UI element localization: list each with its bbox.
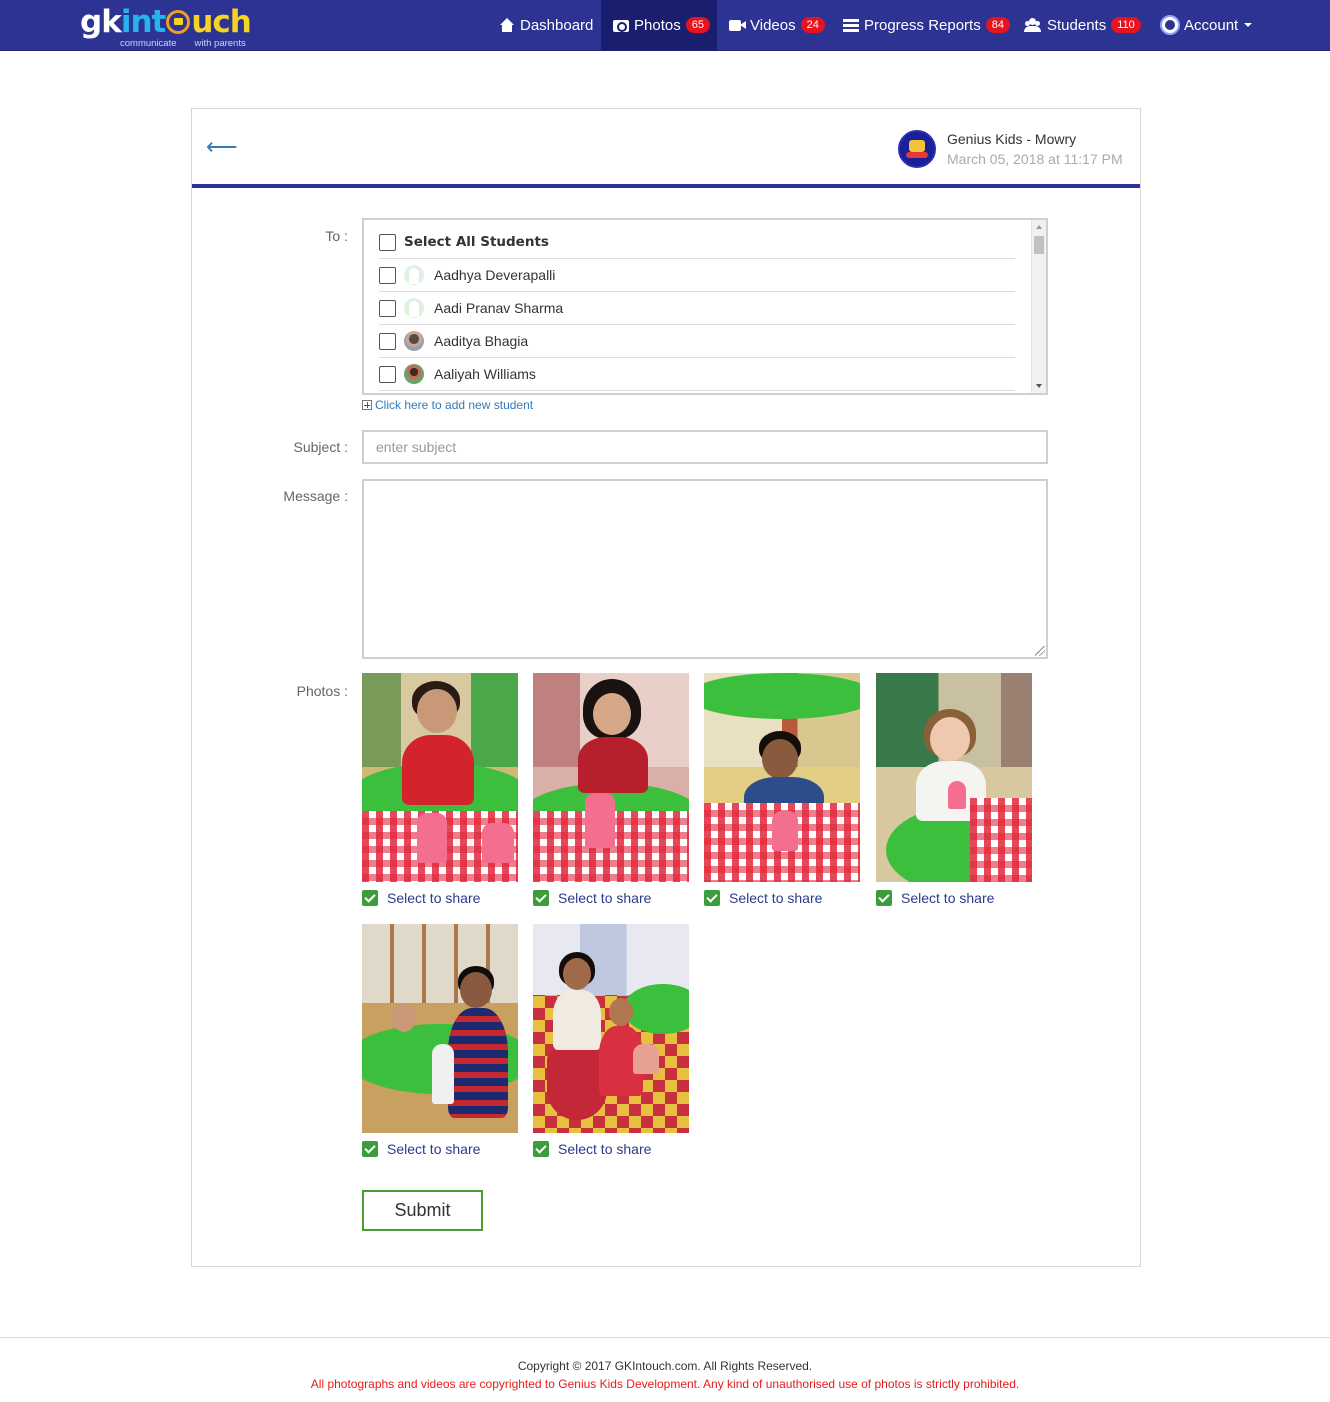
photo-thumbnail[interactable] — [533, 924, 689, 1133]
submit-button[interactable]: Submit — [362, 1190, 483, 1231]
photos-count-badge: 65 — [685, 17, 710, 33]
scroll-down-arrow-icon[interactable] — [1036, 384, 1042, 388]
select-to-share-toggle[interactable]: Select to share — [533, 890, 651, 906]
student-avatar — [404, 364, 424, 384]
nav-dashboard[interactable]: Dashboard — [499, 0, 593, 50]
post-timestamp: March 05, 2018 at 11:17 PM — [947, 151, 1123, 167]
student-checkbox[interactable] — [379, 365, 396, 383]
camera-icon — [613, 20, 629, 32]
logo-tagline: communicate with parents — [120, 38, 246, 49]
nav-videos[interactable]: Videos 24 — [729, 0, 825, 50]
select-to-share-toggle[interactable]: Select to share — [533, 1141, 651, 1157]
photo-thumbnail[interactable] — [876, 673, 1032, 882]
scroll-thumb[interactable] — [1034, 236, 1044, 254]
to-label: To : — [325, 228, 348, 244]
student-name: Aadi Pranav Sharma — [434, 300, 564, 316]
list-icon — [843, 18, 859, 32]
video-camera-icon — [729, 19, 746, 31]
add-new-student-link[interactable]: Click here to add new student — [362, 398, 533, 412]
student-checkbox[interactable] — [379, 332, 396, 350]
checked-checkbox-icon[interactable] — [533, 1141, 549, 1157]
gkintouch-logo[interactable]: gkint uch communicate with parents — [80, 3, 260, 49]
checked-checkbox-icon[interactable] — [533, 890, 549, 906]
videos-count-badge: 24 — [800, 17, 825, 33]
student-avatar — [404, 298, 424, 318]
select-to-share-toggle[interactable]: Select to share — [876, 890, 994, 906]
select-all-checkbox[interactable] — [379, 233, 396, 251]
message-textarea[interactable] — [362, 479, 1048, 659]
student-checkbox[interactable] — [379, 266, 396, 284]
photo-thumbnail[interactable] — [362, 924, 518, 1133]
progress-count-badge: 84 — [985, 17, 1010, 33]
logo-magnifier-icon — [166, 10, 191, 34]
scroll-up-arrow-icon[interactable] — [1036, 225, 1042, 229]
student-row[interactable]: Aadi Pranav Sharma — [379, 292, 1015, 325]
logo-wordmark: gkint uch — [80, 4, 252, 40]
student-checkbox[interactable] — [379, 299, 396, 317]
checked-checkbox-icon[interactable] — [876, 890, 892, 906]
student-select-list[interactable]: Select All Students Aadhya Deverapalli A… — [362, 218, 1048, 395]
poster-name: Genius Kids - Mowry — [947, 131, 1077, 147]
nav-account[interactable]: Account — [1160, 0, 1253, 50]
home-icon — [499, 18, 515, 32]
students-count-badge: 110 — [1111, 17, 1141, 33]
photo-thumbnail[interactable] — [533, 673, 689, 882]
nav-progress-reports[interactable]: Progress Reports 84 — [843, 0, 1010, 50]
message-label: Message : — [283, 488, 348, 504]
textarea-resize-grip-icon[interactable] — [1035, 646, 1045, 656]
users-icon — [1024, 18, 1042, 32]
checked-checkbox-icon[interactable] — [362, 890, 378, 906]
subject-input[interactable] — [362, 430, 1048, 464]
checked-checkbox-icon[interactable] — [362, 1141, 378, 1157]
select-all-label: Select All Students — [404, 234, 549, 250]
student-avatar — [404, 331, 424, 351]
select-all-row[interactable]: Select All Students — [379, 226, 1015, 259]
student-row[interactable]: Aaliyah Williams — [379, 358, 1015, 391]
subject-label: Subject : — [293, 439, 348, 455]
page-footer: Copyright © 2017 GKIntouch.com. All Righ… — [0, 1337, 1330, 1402]
photos-label: Photos : — [296, 683, 348, 699]
select-to-share-toggle[interactable]: Select to share — [362, 1141, 480, 1157]
copyright-text: Copyright © 2017 GKIntouch.com. All Righ… — [517, 1359, 813, 1373]
share-photos-panel: ⟵ Genius Kids - Mowry March 05, 2018 at … — [191, 108, 1141, 1267]
back-arrow-icon[interactable]: ⟵ — [206, 132, 238, 162]
student-name: Aaditya Bhagia — [434, 333, 529, 349]
student-list-scrollbar[interactable] — [1031, 220, 1046, 393]
nav-students[interactable]: Students 110 — [1024, 0, 1141, 50]
account-avatar-icon — [1160, 15, 1180, 35]
student-name: Aaliyah Williams — [434, 366, 536, 382]
student-avatar — [404, 265, 424, 285]
student-row[interactable]: Aadhya Deverapalli — [379, 259, 1015, 292]
select-to-share-toggle[interactable]: Select to share — [704, 890, 822, 906]
caret-down-icon — [1244, 23, 1253, 27]
select-to-share-toggle[interactable]: Select to share — [362, 890, 480, 906]
panel-header: ⟵ Genius Kids - Mowry March 05, 2018 at … — [192, 109, 1140, 188]
top-navbar: gkint uch communicate with parents Dashboa… — [0, 0, 1330, 51]
photo-thumbnail[interactable] — [362, 673, 518, 882]
student-name: Aadhya Deverapalli — [434, 267, 556, 283]
plus-square-icon — [362, 400, 372, 410]
copyright-warning: All photographs and videos are copyright… — [310, 1377, 1020, 1391]
nav-photos[interactable]: Photos 65 — [601, 0, 717, 50]
photo-thumbnail[interactable] — [704, 673, 860, 882]
checked-checkbox-icon[interactable] — [704, 890, 720, 906]
student-row[interactable]: Aaditya Bhagia — [379, 325, 1015, 358]
poster-avatar — [898, 130, 936, 168]
